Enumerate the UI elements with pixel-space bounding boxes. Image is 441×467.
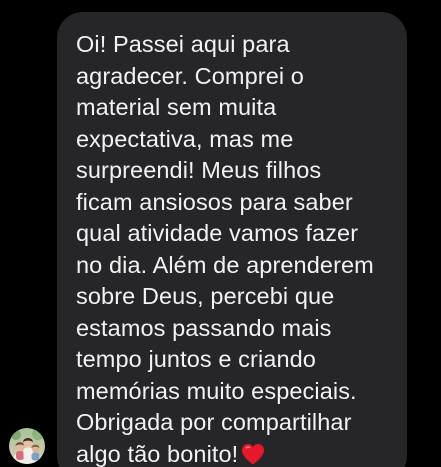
message-line-12: memórias muito especiais. [76, 377, 357, 404]
message-line-5: surpreendi! Meus filhos [76, 157, 322, 183]
message-line-13: Obrigada por compartilhar [76, 409, 352, 435]
message-line-7: qual atividade vamos fazer [76, 220, 359, 246]
message-line-9: sobre Deus, percebi que [76, 283, 335, 309]
message-line-8: no dia. Além de aprenderem [76, 251, 374, 278]
message-line-10: estamos passando mais [76, 314, 332, 341]
message-line-1: Oi! Passei aqui para [76, 31, 290, 57]
message-line-14: algo tão bonito! [76, 439, 399, 467]
message-bubble[interactable]: Oi! Passei aqui para agradecer. Comprei … [57, 12, 407, 467]
message-line-14-text: algo tão bonito! [76, 440, 239, 467]
message-line-11: tempo juntos e criando [76, 346, 316, 372]
message-line-4: expectativa, mas me [76, 125, 294, 152]
message-line-3: material sem muita [76, 94, 277, 120]
chat-screen: Oi! Passei aqui para agradecer. Comprei … [0, 0, 441, 467]
avatar-photo [9, 428, 45, 464]
red-heart-icon [240, 442, 266, 467]
message-line-6: ficam ansiosos para saber [76, 188, 353, 215]
avatar[interactable] [9, 428, 45, 464]
message-line-2: agradecer. Comprei o [76, 62, 304, 89]
